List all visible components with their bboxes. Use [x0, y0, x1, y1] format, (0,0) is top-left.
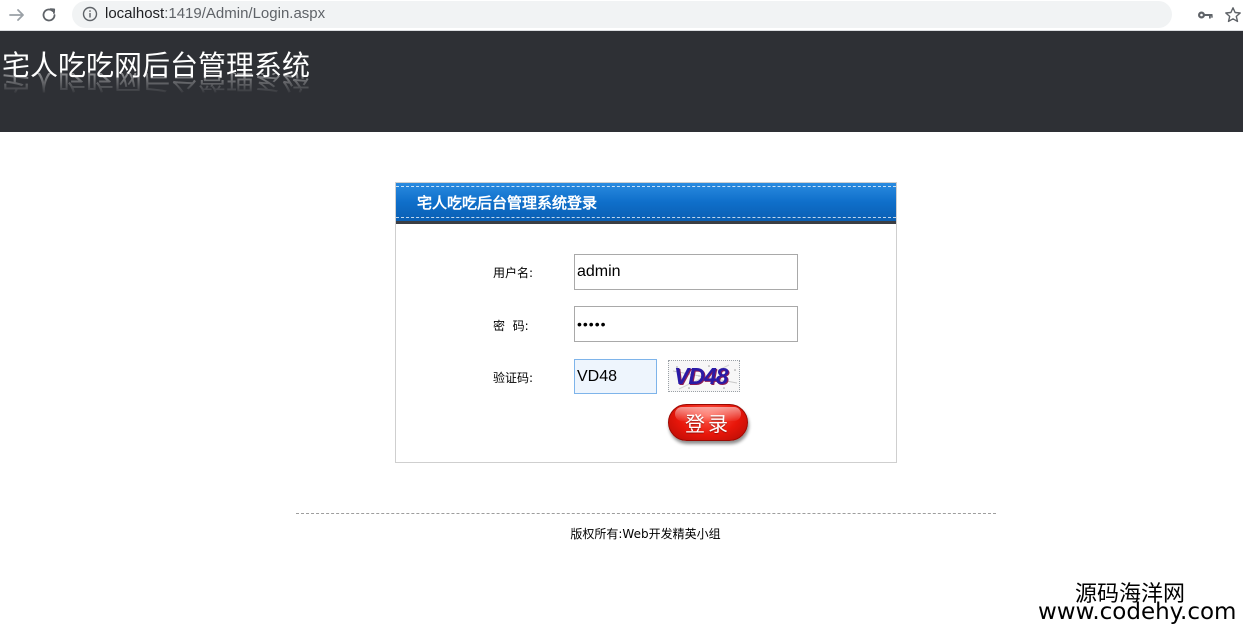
reload-icon: [42, 8, 56, 22]
url-host: localhost: [105, 5, 165, 22]
header-stitch-top: [396, 186, 896, 187]
header-stitch-bottom: [396, 217, 896, 218]
login-header-divider: [396, 221, 896, 224]
info-icon[interactable]: [82, 6, 98, 22]
url-text[interactable]: localhost:1419/Admin/Login.aspx: [105, 5, 325, 22]
star-icon: [1225, 7, 1241, 23]
site-title-reflection: 宅人吃吃网后台管理系统: [2, 73, 311, 95]
key-icon: [1198, 11, 1213, 19]
password-input[interactable]: [574, 306, 798, 342]
password-key-button[interactable]: [1194, 4, 1216, 26]
username-label: 用户名:: [493, 266, 534, 280]
captcha-input[interactable]: [574, 359, 657, 394]
reload-button[interactable]: [38, 4, 60, 26]
address-bar[interactable]: localhost:1419/Admin/Login.aspx: [72, 1, 1172, 28]
login-button[interactable]: 登录: [668, 404, 748, 441]
arrow-right-icon: [9, 9, 24, 21]
password-label: 密 码:: [493, 319, 529, 333]
login-panel: 宅人吃吃后台管理系统登录 用户名: 密 码: 验证码: VD48 登录: [395, 182, 897, 463]
login-panel-header: 宅人吃吃后台管理系统登录: [396, 183, 896, 221]
footer-copyright: 版权所有:Web开发精英小组: [570, 527, 721, 541]
captcha-image[interactable]: VD48: [668, 360, 740, 392]
login-button-label: 登录: [685, 412, 731, 436]
bookmark-button[interactable]: [1222, 4, 1243, 26]
forward-button[interactable]: [6, 4, 28, 26]
username-input[interactable]: [574, 254, 798, 290]
browser-toolbar: localhost:1419/Admin/Login.aspx: [0, 0, 1243, 31]
site-title-block: 宅人吃吃网后台管理系统 宅人吃吃网后台管理系统: [2, 49, 310, 95]
url-path: :1419/Admin/Login.aspx: [164, 5, 326, 22]
login-title: 宅人吃吃后台管理系统登录: [417, 194, 598, 212]
site-header: 宅人吃吃网后台管理系统 宅人吃吃网后台管理系统: [0, 31, 1243, 132]
watermark-url: www.codehy.com: [1038, 599, 1237, 625]
captcha-label: 验证码:: [493, 371, 534, 385]
footer-divider: [296, 513, 996, 514]
captcha-text: VD48: [674, 363, 729, 389]
